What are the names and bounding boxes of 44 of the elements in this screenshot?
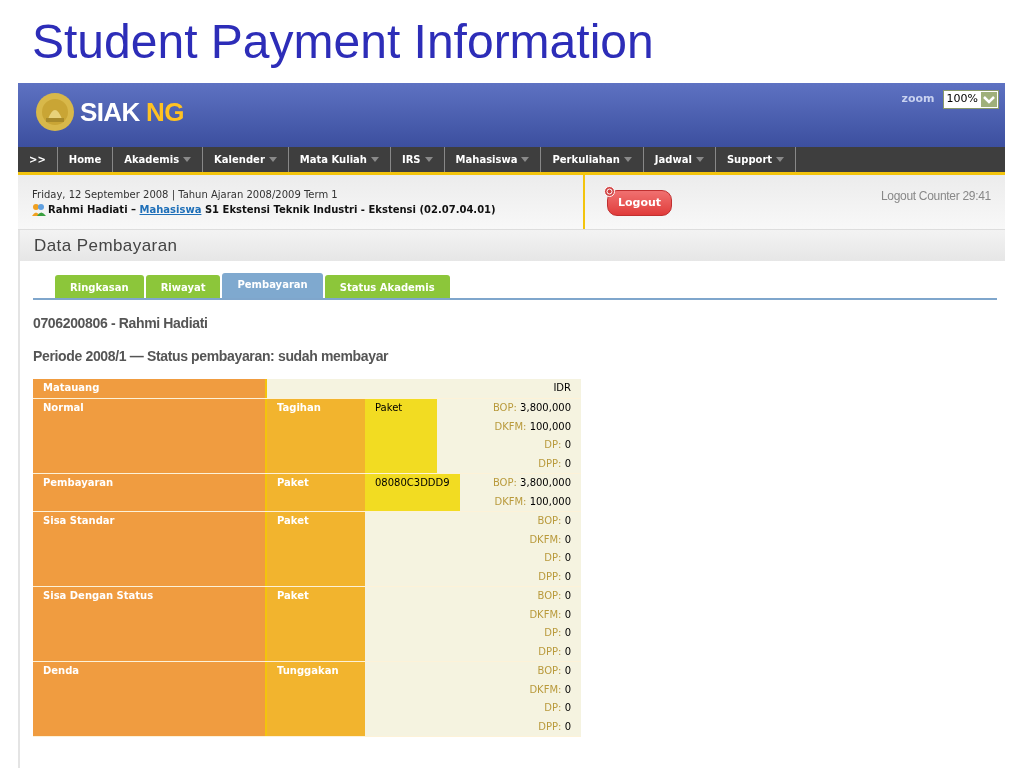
nav-item[interactable]: Akademis <box>113 147 204 172</box>
table-cell: Paket <box>365 399 437 473</box>
table-cell: Denda <box>33 662 267 736</box>
logout-button[interactable]: Logout <box>607 190 673 217</box>
table-cell: IDR <box>267 379 581 398</box>
table-cell: Paket <box>267 587 365 661</box>
nav-item[interactable]: >> <box>18 147 58 172</box>
nav-item[interactable]: Home <box>57 147 114 172</box>
nav-item[interactable]: Perkuliahan <box>541 147 644 172</box>
logout-counter: Logout Counter 29:41 <box>880 188 991 205</box>
section-title: Data Pembayaran <box>20 230 1005 261</box>
table-cell: BOP: 3,800,000 DKFM: 100,000 <box>459 474 581 511</box>
nav-item[interactable]: Mahasiswa <box>444 147 542 172</box>
table-cell: BOP: 3,800,000 DKFM: 100,000 DP: 0 DPP: 0 <box>437 399 581 473</box>
zoom-select[interactable]: 100% <box>942 90 999 109</box>
emblem-drawing <box>34 91 76 133</box>
period-heading: Periode 2008/1 — Status pembayaran: sudah membayar <box>33 347 390 366</box>
nav-item[interactable]: Kalender <box>203 147 289 172</box>
zoom-label: zoom <box>901 91 935 108</box>
table-cell: Normal <box>33 399 267 473</box>
nav-item[interactable]: Mata Kuliah <box>288 147 391 172</box>
table-cell: Sisa Standar <box>33 512 267 586</box>
nav-item[interactable]: Support <box>715 147 797 172</box>
table-cell: 08080C3DDD9 <box>365 474 460 511</box>
student-heading: 0706200806 - Rahmi Hadiati <box>33 314 209 333</box>
user-line: Rahmi Hadiati – Mahasiswa S1 Ekstensi Teknik Industri - Ekstensi (02.07.04.01) <box>48 203 496 217</box>
table-cell: Pembayaran <box>33 474 267 511</box>
power-icon <box>604 186 615 197</box>
role-link[interactable]: Mahasiswa <box>139 204 202 215</box>
logo-text: SIAK NG <box>80 95 184 129</box>
table-cell: Tunggakan <box>267 662 365 736</box>
table-cell: Paket <box>267 474 365 511</box>
table-cell: Sisa Dengan Status <box>33 587 267 661</box>
table-cell: BOP: 0 DKFM: 0 DP: 0 DPP: 0 <box>365 662 581 736</box>
table-cell: Tagihan <box>267 399 365 473</box>
table-cell: BOP: 0 DKFM: 0 DP: 0 DPP: 0 <box>365 587 581 661</box>
users-icon <box>32 203 46 216</box>
table-cell: Matauang <box>33 379 267 398</box>
slide-title: Student Payment Information <box>31 14 655 70</box>
table-cell: Paket <box>267 512 365 586</box>
nav-item[interactable]: Jadwal <box>643 147 716 172</box>
nav-item[interactable]: IRS <box>390 147 445 172</box>
date-line: Friday, 12 September 2008 | Tahun Ajaran 2008/2009 Term 1 <box>32 188 339 202</box>
table-cell: BOP: 0 DKFM: 0 DP: 0 DPP: 0 <box>365 512 581 586</box>
